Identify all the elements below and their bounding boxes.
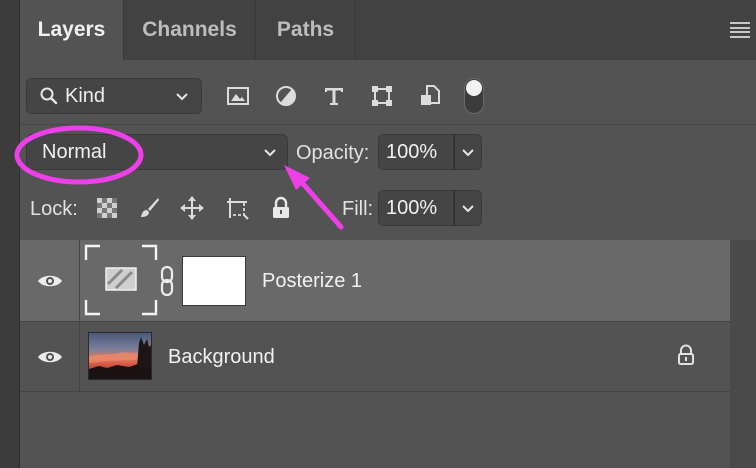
layer-mask-thumbnail[interactable] <box>182 256 246 306</box>
background-thumbnail[interactable] <box>88 332 152 380</box>
divider <box>20 124 756 125</box>
fill-label: Fill: <box>342 198 374 220</box>
left-dock-rail <box>0 0 20 468</box>
lock-image-pixels-icon[interactable] <box>136 195 162 221</box>
adjustment-filter-icon[interactable] <box>272 82 300 110</box>
smart-object-filter-icon[interactable] <box>416 82 444 110</box>
eye-icon[interactable] <box>37 273 63 289</box>
opacity-input[interactable]: 100% <box>378 134 454 170</box>
lock-transparent-pixels-icon[interactable] <box>94 195 120 221</box>
visibility-cell[interactable] <box>20 240 80 321</box>
image-filter-icon[interactable] <box>224 82 252 110</box>
fill-input[interactable]: 100% <box>378 190 454 226</box>
opacity-label: Opacity: <box>296 142 370 164</box>
lock-position-icon[interactable] <box>179 195 205 221</box>
filter-kind-select[interactable]: Kind <box>26 78 202 114</box>
layers-panel: Layers Channels Paths Kind Normal Opacit… <box>20 0 756 468</box>
chevron-down-icon <box>264 149 276 157</box>
panel-tabbar: Layers Channels Paths <box>20 0 756 60</box>
tab-channels[interactable]: Channels <box>124 0 256 60</box>
layer-locked-icon <box>676 344 698 368</box>
lock-all-icon[interactable] <box>268 195 294 221</box>
layers-list: Posterize 1 Background <box>20 240 730 468</box>
layer-row-posterize[interactable]: Posterize 1 <box>20 240 730 322</box>
shape-filter-icon[interactable] <box>368 82 396 110</box>
adjustment-thumbnail[interactable] <box>84 244 158 316</box>
filter-kind-label: Kind <box>65 84 106 107</box>
layer-row-background[interactable]: Background <box>20 322 730 392</box>
tab-layers[interactable]: Layers <box>20 0 124 60</box>
lock-artboard-icon[interactable] <box>224 195 250 221</box>
layer-name[interactable]: Background <box>168 346 275 369</box>
filter-toggle[interactable] <box>464 78 484 114</box>
blend-mode-value: Normal <box>42 140 107 163</box>
layer-name[interactable]: Posterize 1 <box>262 270 362 293</box>
lock-label: Lock: <box>30 198 78 220</box>
chevron-down-icon <box>462 205 474 213</box>
type-filter-icon[interactable] <box>320 82 348 110</box>
layers-scrollbar[interactable] <box>730 240 756 468</box>
eye-icon[interactable] <box>37 349 63 365</box>
chevron-down-icon <box>176 93 188 101</box>
search-icon <box>40 87 58 105</box>
opacity-dropdown[interactable] <box>454 134 482 170</box>
fill-dropdown[interactable] <box>454 190 482 226</box>
toggle-knob <box>466 80 482 96</box>
chevron-down-icon <box>462 149 474 157</box>
panel-menu-icon[interactable] <box>730 22 750 38</box>
tab-paths[interactable]: Paths <box>256 0 356 60</box>
blend-mode-select[interactable]: Normal <box>26 134 288 170</box>
link-icon[interactable] <box>158 264 176 298</box>
visibility-cell[interactable] <box>20 322 80 391</box>
